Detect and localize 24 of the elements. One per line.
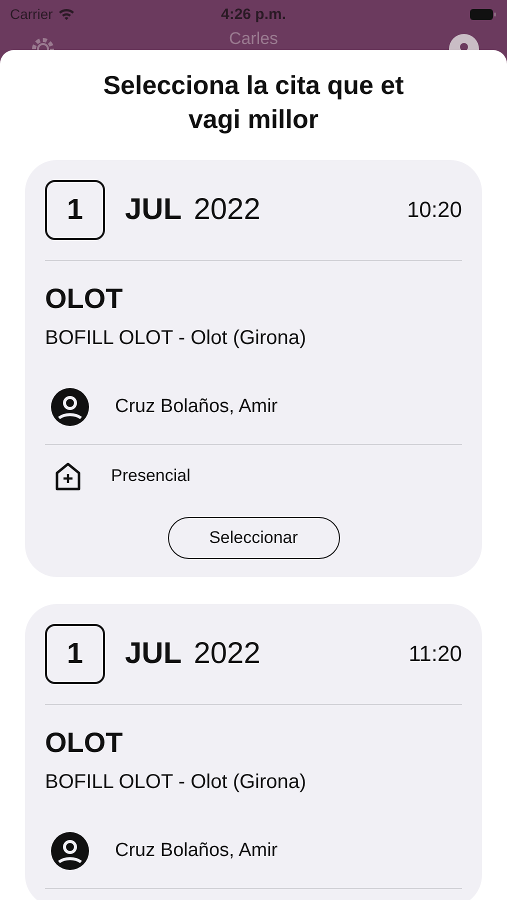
- sheet-title: Selecciona la cita que et vagi millor: [102, 69, 405, 136]
- day-badge: 1: [45, 180, 105, 240]
- mode-label: Presencial: [111, 466, 190, 486]
- clock-time: 4:26 p.m.: [220, 6, 286, 22]
- month-label: JUL: [125, 637, 182, 671]
- year-label: 2022: [194, 193, 260, 227]
- year-label: 2022: [194, 637, 260, 671]
- person-icon: [51, 832, 89, 870]
- month-label: JUL: [125, 193, 182, 227]
- city-title: OLOT: [45, 727, 124, 759]
- battery-icon: [470, 8, 497, 20]
- nav-title: Carles: [228, 29, 278, 48]
- time-label: 11:20: [408, 641, 462, 667]
- time-label: 10:20: [406, 197, 462, 223]
- city-title: OLOT: [45, 283, 124, 315]
- wifi-icon: [58, 8, 75, 20]
- person-icon: [51, 388, 89, 426]
- day-badge: 1: [45, 624, 105, 684]
- professional-name: Cruz Bolaños, Amir: [115, 840, 278, 862]
- carrier-label: Carrier: [10, 6, 53, 22]
- center-label: BOFILL OLOT - Olot (Girona): [45, 327, 308, 350]
- center-label: BOFILL OLOT - Olot (Girona): [45, 771, 308, 794]
- professional-name: Cruz Bolaños, Amir: [115, 396, 278, 418]
- select-button[interactable]: Seleccionar: [168, 517, 340, 559]
